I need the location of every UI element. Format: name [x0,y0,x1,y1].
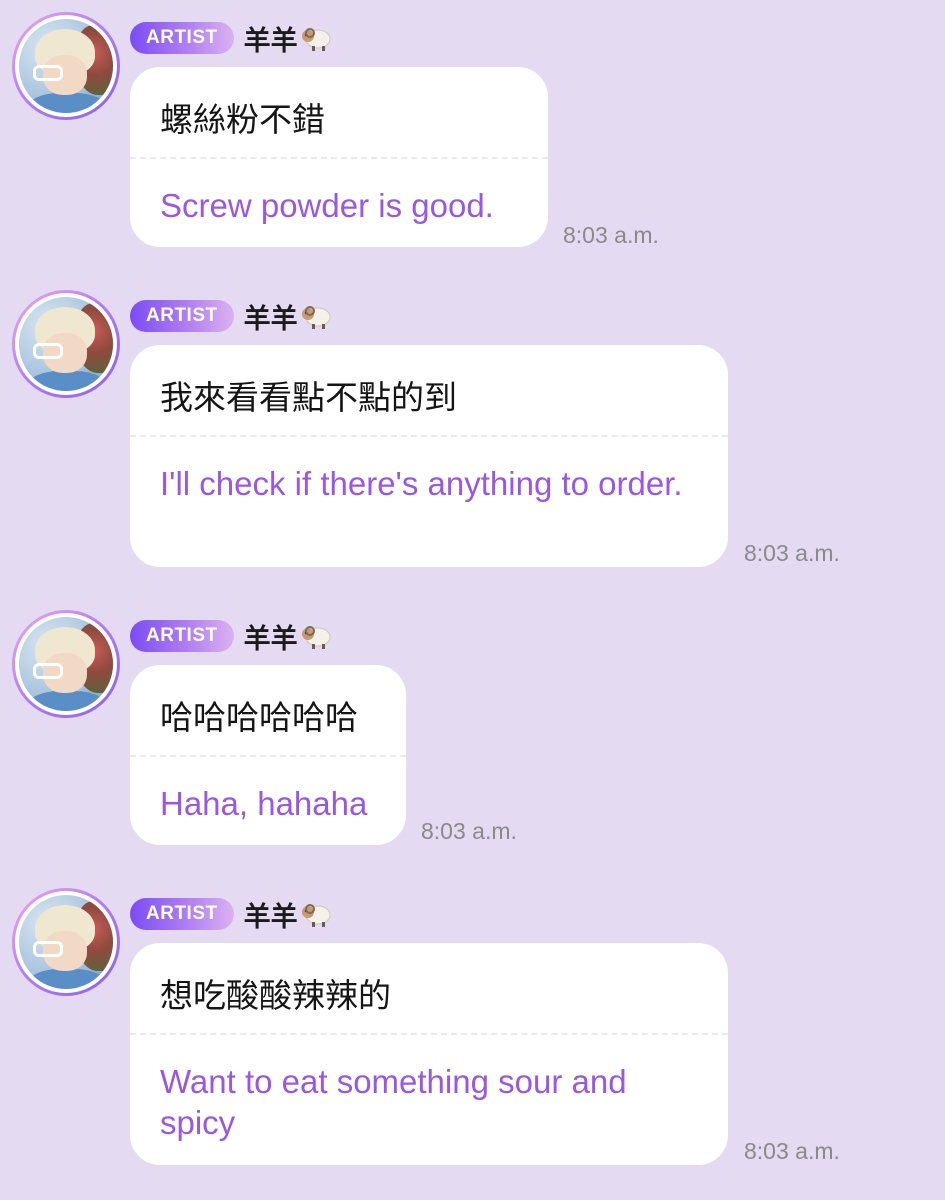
sender-name-text: 羊羊 [243,623,298,654]
sender-name-text: 羊羊 [243,303,298,334]
translated-text: Want to eat something sour and spicy [160,1063,627,1141]
original-text: 我來看看點不點的到 [160,378,457,417]
sender-name-text: 羊羊 [243,901,298,932]
message-bubble[interactable]: 我來看看點不點的到 I'll check if there's anything… [130,345,728,567]
translated-text: Screw powder is good. [160,187,494,224]
artist-badge: ARTIST [130,22,234,54]
original-text: 想吃酸酸辣辣的 [160,976,391,1015]
artist-badge: ARTIST [130,898,234,930]
sender-row: ARTIST 羊羊 [130,898,332,932]
sender-row: ARTIST 羊羊 [130,300,332,334]
artist-avatar[interactable] [12,12,120,120]
sender-name[interactable]: 羊羊 [244,895,332,934]
artist-badge: ARTIST [130,620,234,652]
sender-name[interactable]: 羊羊 [244,617,332,656]
original-text: 螺絲粉不錯 [160,100,325,139]
message-bubble[interactable]: 哈哈哈哈哈哈 Haha, hahaha [130,665,406,845]
artist-avatar[interactable] [12,888,120,996]
artist-avatar[interactable] [12,290,120,398]
message-timestamp: 8:03 a.m. [563,222,659,248]
translated-text: I'll check if there's anything to order. [160,465,683,502]
sender-row: ARTIST 羊羊 [130,22,332,56]
message-timestamp: 8:03 a.m. [421,818,517,844]
message-bubble[interactable]: 想吃酸酸辣辣的 Want to eat something sour and s… [130,943,728,1165]
sheep-icon [301,626,331,649]
sender-name[interactable]: 羊羊 [244,297,332,336]
sender-name[interactable]: 羊羊 [244,19,332,58]
message-bubble[interactable]: 螺絲粉不錯 Screw powder is good. [130,67,548,247]
original-text: 哈哈哈哈哈哈 [160,698,358,737]
sheep-icon [301,306,331,329]
translated-text: Haha, hahaha [160,785,368,822]
sheep-icon [301,28,331,51]
artist-badge: ARTIST [130,300,234,332]
message-timestamp: 8:03 a.m. [744,540,840,566]
sender-name-text: 羊羊 [243,25,298,56]
sender-row: ARTIST 羊羊 [130,620,332,654]
message-timestamp: 8:03 a.m. [744,1138,840,1164]
sheep-icon [301,904,331,927]
artist-avatar[interactable] [12,610,120,718]
